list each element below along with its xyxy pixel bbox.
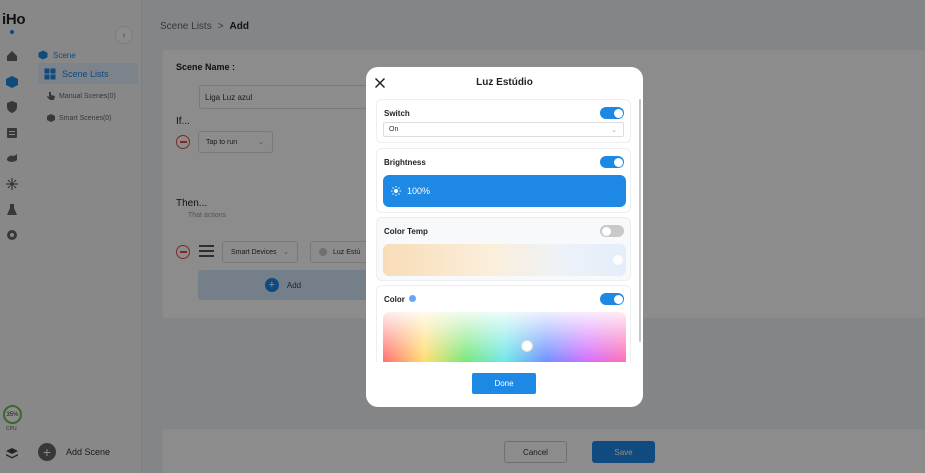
done-button[interactable]: Done (472, 373, 536, 394)
switch-toggle[interactable] (600, 107, 624, 119)
color-temp-label: Color Temp (384, 227, 428, 236)
color-picker-knob[interactable] (521, 340, 533, 352)
brightness-slider[interactable]: 100% (383, 175, 626, 207)
brightness-label: Brightness (384, 158, 426, 167)
color-temp-knob[interactable] (613, 255, 623, 265)
color-temp-slider[interactable] (383, 244, 626, 276)
color-toggle[interactable] (600, 293, 624, 305)
switch-value-select[interactable]: On ⌄ (383, 122, 624, 137)
color-card: Color (376, 285, 631, 362)
chevron-down-icon: ⌄ (611, 126, 617, 134)
modal-body: Switch On ⌄ Brightness 100% Color Temp C… (376, 99, 633, 362)
switch-card: Switch On ⌄ (376, 99, 631, 143)
brightness-value: 100% (407, 186, 431, 196)
selected-color-swatch (409, 295, 416, 302)
device-control-modal: Luz Estúdio Switch On ⌄ Brightness 100% … (366, 67, 643, 407)
sun-icon (391, 186, 401, 196)
switch-label: Switch (384, 109, 410, 118)
brightness-toggle[interactable] (600, 156, 624, 168)
color-picker[interactable] (383, 312, 626, 362)
color-temp-card: Color Temp (376, 217, 631, 281)
switch-value: On (389, 126, 399, 133)
color-temp-toggle[interactable] (600, 225, 624, 237)
color-label: Color (384, 295, 405, 304)
modal-scrollbar[interactable] (639, 99, 641, 342)
modal-title: Luz Estúdio (476, 77, 533, 88)
brightness-card: Brightness 100% (376, 148, 631, 213)
